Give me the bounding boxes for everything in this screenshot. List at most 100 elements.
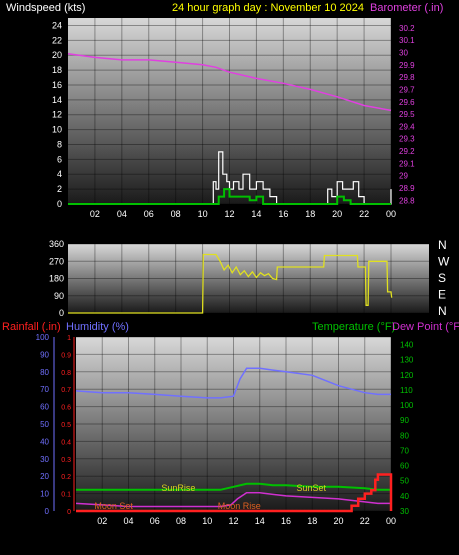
time-tick-label: 22 xyxy=(360,516,370,526)
humidity-axis-title: Humidity (%) xyxy=(66,321,129,333)
time-tick-label: 06 xyxy=(144,209,154,219)
temperature-tick-label: 70 xyxy=(400,446,409,455)
barometer-axis-title: Barometer (.in) xyxy=(370,2,443,14)
compass-letter: N xyxy=(438,304,447,318)
barometer-tick-label: 29.9 xyxy=(399,61,415,70)
time-tick-label: 20 xyxy=(333,516,343,526)
windspeed-tick-label: 10 xyxy=(52,125,62,135)
rainfall-tick-label: 0.8 xyxy=(61,370,71,377)
barometer-tick-label: 28.8 xyxy=(399,196,415,205)
temperature-axis-title: Temperature (°F) xyxy=(312,321,395,333)
rainfall-tick-label: 0.1 xyxy=(61,492,71,499)
time-tick-label: 00 xyxy=(386,209,396,219)
barometer-tick-label: 29.3 xyxy=(399,135,415,144)
time-tick-label: 02 xyxy=(97,516,107,526)
rainfall-tick-label: 0.4 xyxy=(61,439,71,446)
time-tick-label: 04 xyxy=(117,209,127,219)
windspeed-tick-label: 2 xyxy=(57,184,62,194)
compass-letter: N xyxy=(438,238,447,252)
time-tick-label: 18 xyxy=(307,516,317,526)
time-tick-label: 16 xyxy=(281,516,291,526)
direction-tick-label: 90 xyxy=(54,291,64,301)
temperature-tick-label: 90 xyxy=(400,416,409,425)
annotation-label: Moon Rise xyxy=(218,501,261,511)
windspeed-tick-label: 16 xyxy=(52,80,62,90)
time-tick-label: 04 xyxy=(123,516,133,526)
time-tick-label: 12 xyxy=(224,209,234,219)
weather-graph-canvas: Windspeed (kts) 24 hour graph day : Nove… xyxy=(2,2,459,526)
rainfall-tick-label: 0.6 xyxy=(61,405,71,412)
time-tick-label: 10 xyxy=(198,209,208,219)
direction-tick-label: 0 xyxy=(59,308,64,318)
direction-tick-label: 270 xyxy=(49,256,64,266)
temperature-tick-label: 130 xyxy=(400,356,414,365)
humidity-tick-label: 10 xyxy=(40,490,49,499)
rainfall-axis: 0 0.1 0.2 0.3 0.4 0.5 0.6 0.7 0.8 0.9 1 xyxy=(61,335,75,516)
temperature-axis: 30 40 50 60 70 80 90 100 110 120 130 140 xyxy=(400,341,414,516)
barometer-tick-label: 29.6 xyxy=(399,98,415,107)
temperature-tick-label: 120 xyxy=(400,371,414,380)
rainfall-tick-label: 0.2 xyxy=(61,474,71,481)
direction-tick-label: 360 xyxy=(49,239,64,249)
humidity-tick-label: 80 xyxy=(40,368,49,377)
temperature-tick-label: 60 xyxy=(400,462,409,471)
compass-letters: NWSEN xyxy=(438,238,450,318)
time-tick-label: 14 xyxy=(255,516,265,526)
dewpoint-axis-title: Dew Point (°F) xyxy=(392,321,459,333)
humidity-tick-label: 90 xyxy=(40,350,49,359)
temperature-tick-label: 30 xyxy=(400,507,409,516)
windspeed-axis-title: Windspeed (kts) xyxy=(6,2,85,14)
humidity-tick-label: 70 xyxy=(40,385,49,394)
wind-time-axis: 02 04 06 08 10 12 14 16 18 20 22 00 xyxy=(90,209,396,219)
barometer-axis: 28.8 28.9 29 29.1 29.2 29.3 29.4 29.5 29.6 29.7 29… xyxy=(399,24,415,205)
windspeed-tick-label: 12 xyxy=(52,110,62,120)
time-tick-label: 08 xyxy=(171,209,181,219)
windspeed-tick-label: 8 xyxy=(57,139,62,149)
humidity-tick-label: 100 xyxy=(36,333,50,342)
windspeed-tick-label: 18 xyxy=(52,65,62,75)
barometer-tick-label: 29.5 xyxy=(399,110,415,119)
rainfall-tick-label: 0.3 xyxy=(61,457,71,464)
rainfall-axis-title: Rainfall (.in) xyxy=(2,321,61,333)
time-tick-label: 08 xyxy=(176,516,186,526)
humidity-tick-label: 30 xyxy=(40,455,49,464)
direction-tick-label: 180 xyxy=(49,274,64,284)
humidity-tick-label: 60 xyxy=(40,403,49,412)
temperature-tick-label: 50 xyxy=(400,477,409,486)
rainfall-tick-label: 0.7 xyxy=(61,387,71,394)
rainfall-tick-label: 0 xyxy=(67,509,71,516)
wind-barometer-panel: Windspeed (kts) 24 hour graph day : Nove… xyxy=(6,2,443,219)
compass-letter: S xyxy=(438,271,446,285)
barometer-tick-label: 29.8 xyxy=(399,73,415,82)
time-tick-label: 18 xyxy=(305,209,315,219)
compass-letter: W xyxy=(438,255,450,269)
compass-letter: E xyxy=(438,288,446,302)
temp-humidity-panel: Rainfall (.in) Humidity (%) Temperature … xyxy=(2,321,459,526)
humidity-tick-label: 20 xyxy=(40,472,49,481)
wind-direction-panel: 090180270360 NWSEN xyxy=(49,238,450,318)
annotation-label: SunRise xyxy=(161,483,195,493)
time-tick-label: 00 xyxy=(386,516,396,526)
rainfall-tick-label: 0.9 xyxy=(61,352,71,359)
annotation-label: SunSet xyxy=(297,483,327,493)
barometer-tick-label: 29.1 xyxy=(399,159,415,168)
graph-title: 24 hour graph day : November 10 2024 xyxy=(172,2,364,14)
humidity-tick-label: 40 xyxy=(40,437,49,446)
barometer-tick-label: 30.2 xyxy=(399,24,415,33)
windspeed-tick-label: 22 xyxy=(52,35,62,45)
windspeed-tick-label: 4 xyxy=(57,169,62,179)
time-tick-label: 14 xyxy=(251,209,261,219)
temp-time-axis: 02 04 06 08 10 12 14 16 18 20 22 00 xyxy=(97,516,396,526)
time-tick-label: 02 xyxy=(90,209,100,219)
temperature-tick-label: 40 xyxy=(400,492,409,501)
barometer-tick-label: 29.7 xyxy=(399,85,415,94)
temperature-tick-label: 100 xyxy=(400,401,414,410)
time-tick-label: 10 xyxy=(202,516,212,526)
windspeed-tick-label: 6 xyxy=(57,154,62,164)
windspeed-axis: 024681012141618202224 xyxy=(52,20,62,209)
time-tick-label: 22 xyxy=(359,209,369,219)
windspeed-tick-label: 0 xyxy=(57,199,62,209)
humidity-axis: 0 10 20 30 40 50 60 70 80 90 100 xyxy=(36,333,55,516)
time-tick-label: 12 xyxy=(228,516,238,526)
barometer-tick-label: 30 xyxy=(399,48,408,57)
